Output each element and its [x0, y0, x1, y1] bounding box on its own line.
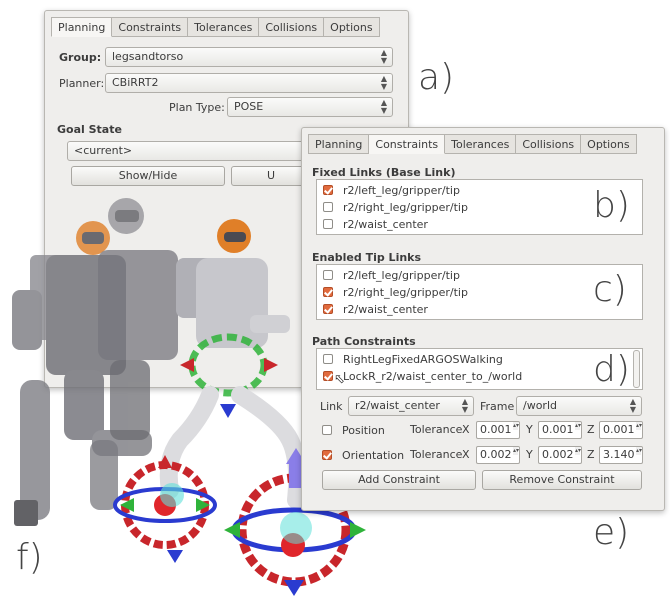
- list-item[interactable]: RightLegFixedARGOSWalking: [323, 351, 503, 367]
- frame-label: Frame: [480, 400, 515, 413]
- frame-value: /world: [523, 399, 557, 412]
- list-item-label: r2/left_leg/gripper/tip: [343, 268, 460, 282]
- mouse-cursor-icon: ⬁: [334, 372, 345, 387]
- axis-z-label: Z: [587, 448, 595, 461]
- callout-a: a): [418, 57, 455, 98]
- checkbox[interactable]: [323, 371, 333, 381]
- orientation-tolerance-y[interactable]: 0.002: [538, 446, 582, 464]
- list-item[interactable]: r2/left_leg/gripper/tip: [323, 267, 460, 283]
- checkbox[interactable]: [323, 304, 333, 314]
- add-constraint-button[interactable]: Add Constraint: [322, 470, 476, 490]
- orientation-checkbox[interactable]: [322, 450, 332, 460]
- position-tolerance-y[interactable]: 0.001: [538, 421, 582, 439]
- axis-y-label: Y: [526, 448, 533, 461]
- robot-main: [159, 219, 307, 509]
- position-checkbox[interactable]: [322, 425, 332, 435]
- scrollbar[interactable]: [633, 350, 640, 388]
- checkbox[interactable]: [323, 270, 333, 280]
- list-item-label: r2/right_leg/gripper/tip: [343, 285, 468, 299]
- axis-z-label: Z: [587, 423, 595, 436]
- callout-d: d): [593, 349, 630, 390]
- list-item-label: r2/left_leg/gripper/tip: [343, 183, 460, 197]
- tab-planning[interactable]: Planning: [308, 134, 370, 154]
- checkbox[interactable]: [323, 354, 333, 364]
- list-item-label: r2/waist_center: [343, 302, 428, 316]
- orientation-label: Orientation: [342, 448, 405, 462]
- list-item[interactable]: r2/left_leg/gripper/tip: [323, 182, 460, 198]
- callout-b: b): [593, 185, 630, 226]
- list-item-label: LockR_r2/waist_center_to_/world: [343, 369, 523, 383]
- position-tolerance-x[interactable]: 0.001: [476, 421, 520, 439]
- frame-select[interactable]: /world ▲ ▼: [516, 396, 642, 416]
- callout-f: f): [16, 537, 43, 578]
- tab-bar: Planning Constraints Tolerances Collisio…: [308, 134, 637, 154]
- callout-e: e): [593, 512, 630, 553]
- tab-options[interactable]: Options: [581, 134, 637, 154]
- list-item[interactable]: r2/right_leg/gripper/tip: [323, 199, 468, 215]
- orientation-checkbox-row[interactable]: Orientation: [322, 447, 404, 463]
- position-label: Position: [342, 423, 385, 437]
- remove-constraint-button[interactable]: Remove Constraint: [482, 470, 642, 490]
- checkbox[interactable]: [323, 185, 333, 195]
- list-item-label: r2/waist_center: [343, 217, 428, 231]
- checkbox[interactable]: [323, 287, 333, 297]
- tab-tolerances[interactable]: Tolerances: [445, 134, 517, 154]
- updown-arrow-icon: ▲ ▼: [629, 397, 636, 414]
- list-item[interactable]: r2/right_leg/gripper/tip: [323, 284, 468, 300]
- callout-c: c): [593, 269, 627, 310]
- list-item-label: RightLegFixedARGOSWalking: [343, 352, 503, 366]
- link-value: r2/waist_center: [355, 399, 440, 412]
- orientation-tolerance-x[interactable]: 0.002: [476, 446, 520, 464]
- updown-arrow-icon: ▲ ▼: [461, 397, 468, 414]
- checkbox[interactable]: [323, 202, 333, 212]
- checkbox[interactable]: [323, 219, 333, 229]
- position-checkbox-row[interactable]: Position: [322, 422, 385, 438]
- enabled-tip-links-label: Enabled Tip Links: [312, 251, 422, 264]
- list-item-label: r2/right_leg/gripper/tip: [343, 200, 468, 214]
- axis-x-label: X: [462, 448, 470, 461]
- list-item[interactable]: r2/waist_center: [323, 301, 428, 317]
- position-tolerance-z[interactable]: 0.001: [599, 421, 643, 439]
- link-select[interactable]: r2/waist_center ▲ ▼: [348, 396, 474, 416]
- position-tolerance-label: Tolerance: [410, 423, 463, 436]
- axis-y-label: Y: [526, 423, 533, 436]
- axis-x-label: X: [462, 423, 470, 436]
- list-item[interactable]: r2/waist_center: [323, 216, 428, 232]
- orientation-tolerance-label: Tolerance: [410, 448, 463, 461]
- tab-collisions[interactable]: Collisions: [516, 134, 582, 154]
- fixed-links-label: Fixed Links (Base Link): [312, 166, 456, 179]
- link-label: Link: [320, 400, 343, 413]
- list-item[interactable]: LockR_r2/waist_center_to_/world: [323, 368, 522, 384]
- orientation-tolerance-z[interactable]: 3.140: [599, 446, 643, 464]
- tab-constraints[interactable]: Constraints: [369, 134, 446, 154]
- path-constraints-label: Path Constraints: [312, 335, 416, 348]
